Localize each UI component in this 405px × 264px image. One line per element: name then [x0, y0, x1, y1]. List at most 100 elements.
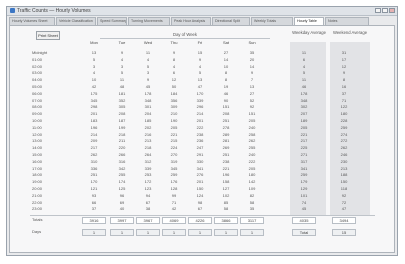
- table-cell[interactable]: 45: [292, 206, 316, 213]
- table-cell[interactable]: 94: [136, 193, 160, 200]
- table-cell[interactable]: 316: [110, 159, 134, 166]
- table-cell[interactable]: 222: [240, 159, 264, 166]
- table-cell[interactable]: 222: [188, 125, 212, 132]
- table-cell[interactable]: 196: [214, 172, 238, 179]
- table-cell[interactable]: 67: [188, 206, 212, 213]
- table-cell[interactable]: 213: [136, 138, 160, 145]
- table-cell[interactable]: 278: [214, 125, 238, 132]
- table-cell[interactable]: 6: [162, 70, 186, 77]
- table-cell[interactable]: 14: [240, 64, 264, 71]
- table-cell[interactable]: 214: [82, 132, 106, 139]
- table-cell[interactable]: 230: [332, 159, 356, 166]
- table-cell[interactable]: 69: [110, 200, 134, 207]
- table-cell[interactable]: 4: [82, 70, 106, 77]
- table-cell[interactable]: 5: [136, 64, 160, 71]
- table-cell[interactable]: 220: [110, 145, 134, 152]
- table-cell[interactable]: 205: [292, 125, 316, 132]
- table-cell[interactable]: 345: [162, 166, 186, 173]
- table-cell[interactable]: 266: [110, 152, 134, 159]
- table-cell[interactable]: 99: [162, 193, 186, 200]
- table-cell[interactable]: 339: [136, 166, 160, 173]
- table-cell[interactable]: 180: [240, 172, 264, 179]
- table-cell[interactable]: 142: [240, 179, 264, 186]
- table-cell[interactable]: 205: [162, 125, 186, 132]
- table-cell[interactable]: 47: [332, 206, 356, 213]
- table-cell[interactable]: 215: [162, 138, 186, 145]
- table-cell[interactable]: 4: [136, 57, 160, 64]
- table-cell[interactable]: 98: [188, 200, 212, 207]
- table-cell[interactable]: 255: [110, 172, 134, 179]
- table-cell[interactable]: 4: [110, 57, 134, 64]
- table-cell[interactable]: 247: [188, 145, 212, 152]
- table-cell[interactable]: 172: [136, 179, 160, 186]
- table-cell[interactable]: 123: [136, 186, 160, 193]
- table-cell[interactable]: 310: [82, 159, 106, 166]
- table-cell[interactable]: 129: [292, 186, 316, 193]
- table-cell[interactable]: 128: [162, 186, 186, 193]
- table-cell[interactable]: 27: [240, 91, 264, 98]
- table-cell[interactable]: 259: [162, 172, 186, 179]
- table-cell[interactable]: 348: [136, 98, 160, 105]
- table-cell[interactable]: 17: [332, 57, 356, 64]
- table-cell[interactable]: 4: [162, 64, 186, 71]
- table-cell[interactable]: 276: [188, 172, 212, 179]
- table-cell[interactable]: 289: [214, 132, 238, 139]
- table-cell[interactable]: 13: [188, 77, 212, 84]
- table-cell[interactable]: 85: [214, 200, 238, 207]
- table-cell[interactable]: 302: [292, 104, 316, 111]
- table-cell[interactable]: 12: [332, 64, 356, 71]
- table-cell[interactable]: 196: [82, 125, 106, 132]
- table-cell[interactable]: 253: [136, 172, 160, 179]
- table-cell[interactable]: 341: [188, 166, 212, 173]
- table-cell[interactable]: 150: [188, 186, 212, 193]
- table-cell[interactable]: 35: [240, 50, 264, 57]
- table-cell[interactable]: 58: [240, 200, 264, 207]
- table-cell[interactable]: 217: [82, 145, 106, 152]
- table-cell[interactable]: 312: [136, 159, 160, 166]
- table-cell[interactable]: 291: [188, 152, 212, 159]
- table-cell[interactable]: 184: [162, 91, 186, 98]
- table-cell[interactable]: 5: [292, 70, 316, 77]
- table-cell[interactable]: 11: [292, 50, 316, 57]
- table-cell[interactable]: 208: [110, 111, 134, 118]
- table-cell[interactable]: 151: [240, 111, 264, 118]
- table-cell[interactable]: 221: [162, 132, 186, 139]
- table-cell[interactable]: 178: [292, 91, 316, 98]
- table-cell[interactable]: 102: [214, 193, 238, 200]
- table-cell[interactable]: 74: [292, 200, 316, 207]
- maximize-button[interactable]: [382, 8, 388, 13]
- table-cell[interactable]: 66: [82, 200, 106, 207]
- table-cell[interactable]: 9: [136, 77, 160, 84]
- close-button[interactable]: [389, 8, 395, 13]
- table-cell[interactable]: 7: [240, 77, 264, 84]
- table-cell[interactable]: 341: [292, 166, 316, 173]
- table-cell[interactable]: 109: [240, 186, 264, 193]
- table-cell[interactable]: 9: [332, 70, 356, 77]
- table-cell[interactable]: 27: [214, 50, 238, 57]
- table-cell[interactable]: 274: [332, 132, 356, 139]
- table-cell[interactable]: 19: [214, 84, 238, 91]
- table-cell[interactable]: 37: [332, 91, 356, 98]
- table-cell[interactable]: 208: [214, 111, 238, 118]
- table-cell[interactable]: 187: [110, 118, 134, 125]
- table-cell[interactable]: 251: [82, 172, 106, 179]
- table-cell[interactable]: 72: [332, 200, 356, 207]
- table-cell[interactable]: 175: [82, 91, 106, 98]
- table-cell[interactable]: 217: [292, 138, 316, 145]
- table-cell[interactable]: 210: [162, 111, 186, 118]
- table-cell[interactable]: 9: [188, 57, 212, 64]
- table-cell[interactable]: 201: [82, 111, 106, 118]
- table-cell[interactable]: 185: [136, 118, 160, 125]
- table-cell[interactable]: 211: [110, 138, 134, 145]
- table-cell[interactable]: 251: [214, 118, 238, 125]
- table-cell[interactable]: 8: [332, 77, 356, 84]
- table-cell[interactable]: 48: [110, 84, 134, 91]
- table-cell[interactable]: 259: [332, 125, 356, 132]
- table-cell[interactable]: 251: [214, 152, 238, 159]
- table-cell[interactable]: 270: [162, 152, 186, 159]
- table-cell[interactable]: 8: [214, 70, 238, 77]
- table-cell[interactable]: 31: [332, 50, 356, 57]
- table-cell[interactable]: 40: [110, 206, 134, 213]
- table-cell[interactable]: 201: [188, 179, 212, 186]
- table-cell[interactable]: 37: [82, 206, 106, 213]
